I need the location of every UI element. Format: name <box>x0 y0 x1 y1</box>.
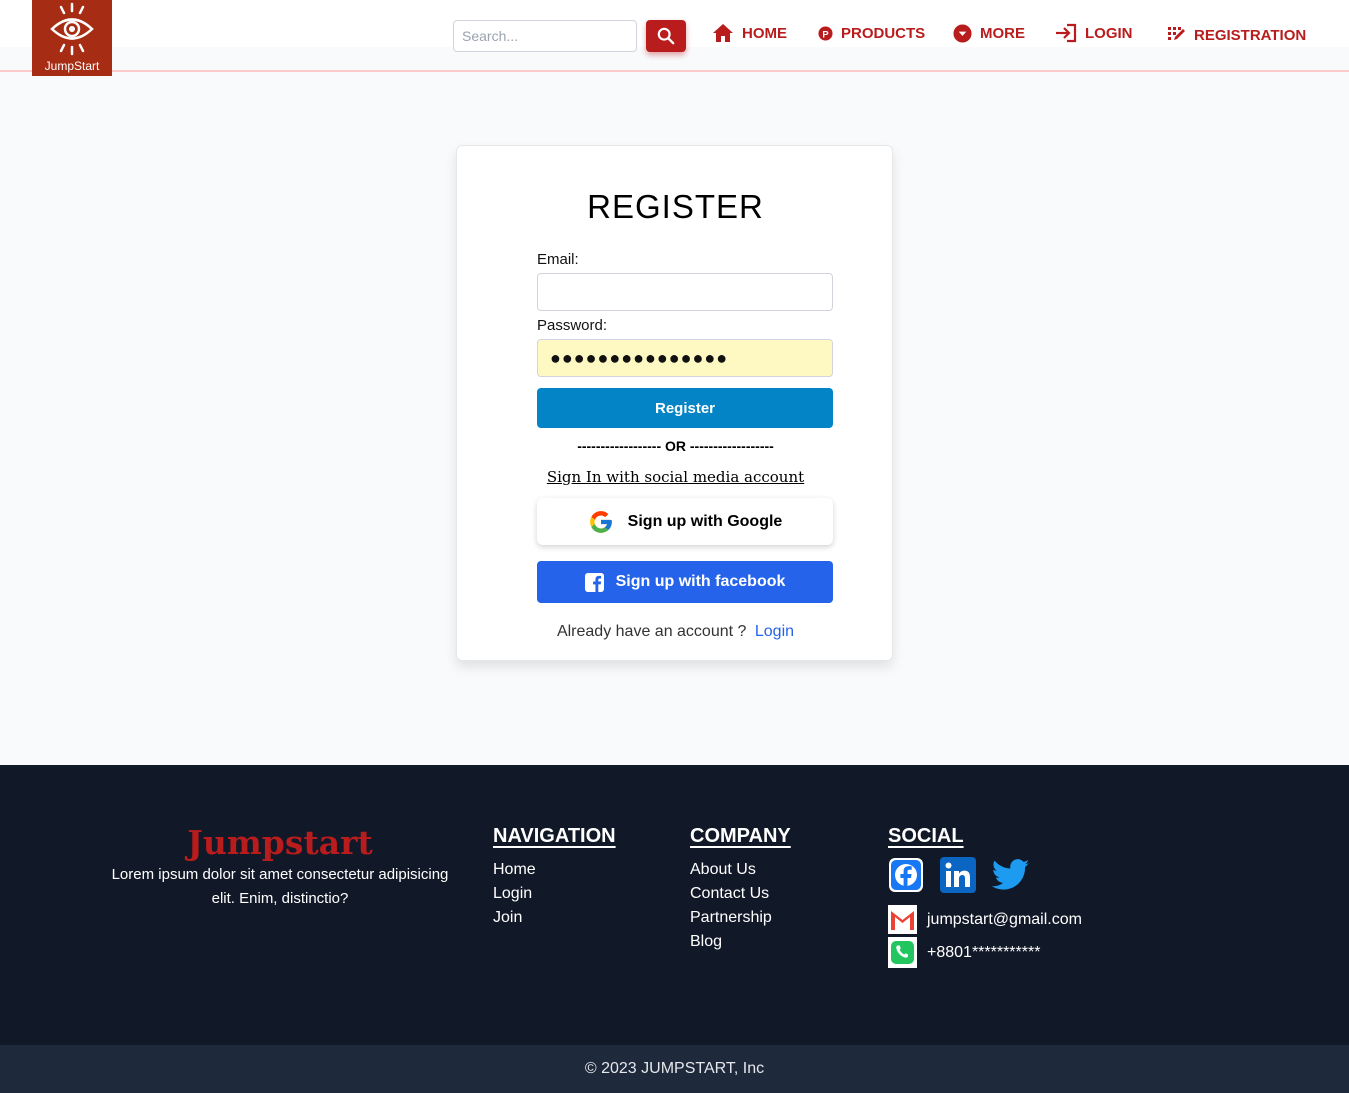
footer-company-list: About Us Contact Us Partnership Blog <box>690 858 772 954</box>
search-button[interactable] <box>646 20 686 52</box>
nav-home[interactable]: HOME <box>712 20 787 46</box>
footer-company-title: COMPANY <box>690 825 791 847</box>
contact-phone-row: +8801*********** <box>888 937 1040 968</box>
footer-navigation-title: NAVIGATION <box>493 825 616 847</box>
footer-social-title: SOCIAL <box>888 825 964 847</box>
password-field[interactable] <box>537 339 833 377</box>
google-signup-label: Sign up with Google <box>627 512 783 530</box>
facebook-signup-label: Sign up with facebook <box>615 573 786 590</box>
register-button[interactable]: Register <box>537 388 833 428</box>
nav-more-label: MORE <box>980 24 1025 42</box>
eye-icon <box>50 2 94 56</box>
contact-phone: +8801*********** <box>927 943 1041 961</box>
footer-company-blog[interactable]: Blog <box>690 930 772 954</box>
facebook-icon[interactable] <box>888 857 924 893</box>
footer-company-partnership[interactable]: Partnership <box>690 906 772 930</box>
contact-email-row: jumpstart@gmail.com <box>888 905 1082 934</box>
nav-login-label: LOGIN <box>1085 24 1133 42</box>
footer-brand: Jumpstart <box>187 823 373 862</box>
footer-company-contact[interactable]: Contact Us <box>690 882 772 906</box>
google-signup-button[interactable]: Sign up with Google <box>537 498 833 545</box>
nav-products[interactable]: P PRODUCTS <box>818 20 925 46</box>
copyright-bar: © 2023 JUMPSTART, Inc <box>0 1045 1349 1093</box>
nav-more[interactable]: MORE <box>953 20 1025 46</box>
phone-icon <box>888 937 917 968</box>
register-card: REGISTER Email: Password: Register -----… <box>456 145 893 661</box>
page-title: REGISTER <box>587 188 764 225</box>
have-account-row: Already have an account ? Login <box>457 623 894 641</box>
gmail-icon <box>888 905 917 934</box>
twitter-icon[interactable] <box>992 859 1030 891</box>
linkedin-icon[interactable] <box>940 857 976 893</box>
search-icon <box>657 27 675 45</box>
registration-icon <box>1168 27 1185 40</box>
products-icon: P <box>818 25 833 41</box>
site-header: JumpStart HOME P PRODUCTS MORE <box>0 0 1349 76</box>
logo[interactable]: JumpStart <box>32 0 112 76</box>
login-link[interactable]: Login <box>755 623 794 640</box>
facebook-signup-button[interactable]: Sign up with facebook <box>537 561 833 603</box>
search-input[interactable] <box>453 20 637 52</box>
or-separator: ------------------ OR ------------------ <box>577 438 774 454</box>
svg-text:P: P <box>822 29 828 39</box>
footer-description: Lorem ipsum dolor sit amet consectetur a… <box>111 866 449 907</box>
logo-text: JumpStart <box>44 59 100 73</box>
nav-registration[interactable]: REGISTRATION <box>1168 22 1306 48</box>
footer-nav-login[interactable]: Login <box>493 882 536 906</box>
nav-registration-label: REGISTRATION <box>1194 26 1307 44</box>
social-icons <box>888 857 1030 893</box>
password-label: Password: <box>537 317 608 334</box>
footer-nav-home[interactable]: Home <box>493 858 536 882</box>
footer-company-about[interactable]: About Us <box>690 858 772 882</box>
nav-home-label: HOME <box>742 24 787 42</box>
have-account-text: Already have an account ? <box>556 623 747 640</box>
social-signin-heading: Sign In with social media account <box>546 468 805 486</box>
contact-email[interactable]: jumpstart@gmail.com <box>927 911 1082 929</box>
facebook-icon <box>584 572 604 592</box>
nav-products-label: PRODUCTS <box>841 24 926 42</box>
footer-navigation-list: Home Login Join <box>493 858 536 930</box>
copyright-text: © 2023 JUMPSTART, Inc <box>584 1060 765 1077</box>
nav-login[interactable]: LOGIN <box>1055 20 1133 46</box>
footer-nav-join[interactable]: Join <box>493 906 536 930</box>
chevron-down-circle-icon <box>953 23 972 43</box>
home-icon <box>713 24 733 42</box>
google-icon <box>589 510 612 533</box>
email-field[interactable] <box>537 273 833 311</box>
email-label: Email: <box>537 251 579 268</box>
login-icon <box>1056 23 1077 43</box>
site-footer: Jumpstart Lorem ipsum dolor sit amet con… <box>0 765 1349 1045</box>
